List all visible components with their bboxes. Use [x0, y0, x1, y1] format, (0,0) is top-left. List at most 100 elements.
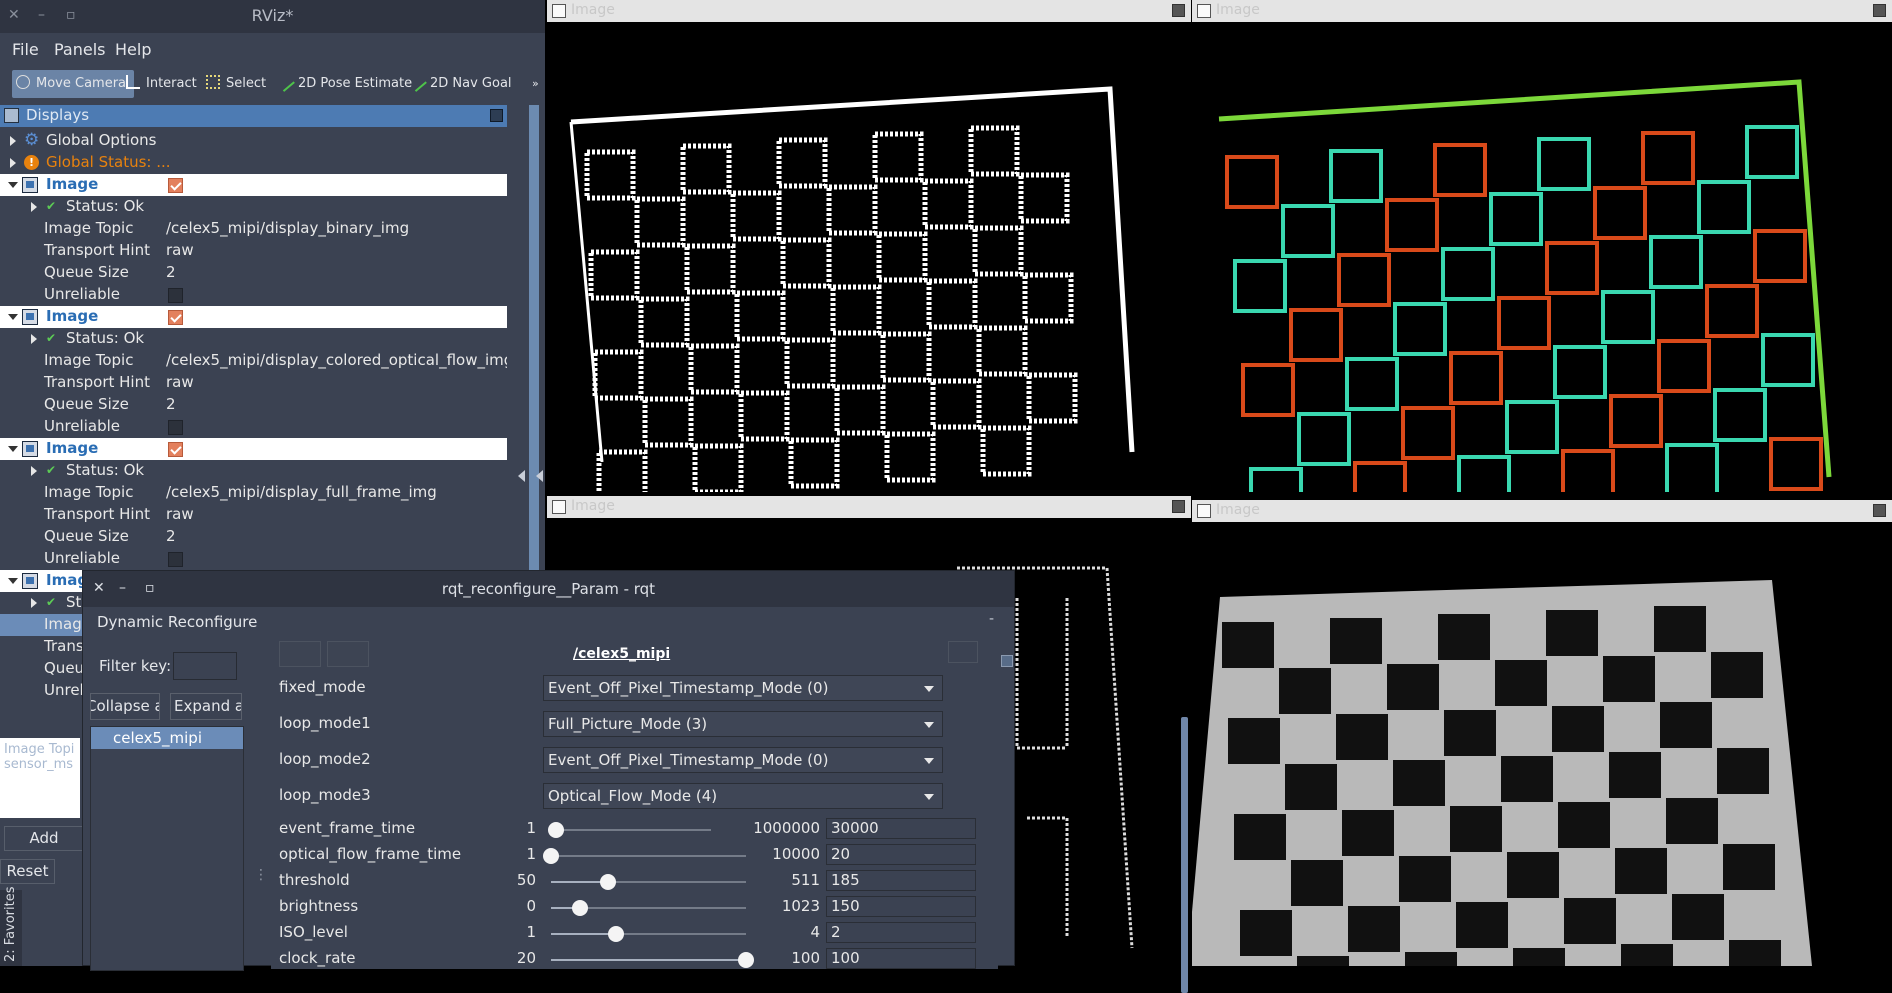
menu-bar: File Panels Help [0, 36, 545, 62]
tree-row-status[interactable]: ✔ Status: Ok [0, 196, 507, 218]
image-enabled-checkbox[interactable] [168, 310, 183, 325]
tree-row-global-status[interactable]: ! Global Status: ... [0, 152, 507, 174]
slider-handle-optical-flow-frame-time[interactable] [543, 848, 559, 864]
param-dropdown-loop-mode2[interactable]: Event_Off_Pixel_Timestamp_Mode (0) [543, 747, 943, 773]
add-display-button[interactable]: Add [4, 826, 84, 851]
tree-row-unreliable[interactable]: Unreliable [0, 416, 507, 438]
unreliable-checkbox[interactable] [168, 288, 183, 303]
tree-row-image-topic[interactable]: Image Topic /celex5_mipi/display_binary_… [0, 218, 507, 240]
panel-close-icon[interactable] [1172, 500, 1185, 513]
tree-row-image-2[interactable]: Image [0, 306, 507, 328]
expand-arrow-icon[interactable] [10, 136, 16, 146]
collapse-arrow-icon[interactable] [8, 578, 18, 584]
transport-hint-value[interactable]: raw [166, 241, 194, 259]
param-value-iso-level[interactable]: 2 [826, 922, 976, 943]
tree-row-image-3[interactable]: Image [0, 438, 507, 460]
slider-handle-threshold[interactable] [600, 874, 616, 890]
image-topic-value[interactable]: /celex5_mipi/display_binary_img [166, 219, 409, 237]
toolbar-overflow-icon[interactable]: » [532, 70, 539, 98]
tree-row-image-topic[interactable]: Image Topic /celex5_mipi/display_colored… [0, 350, 507, 372]
tree-row-queue-size[interactable]: Queue Size 2 [0, 526, 507, 548]
tree-row-status[interactable]: ✔ Status: Ok [0, 460, 507, 482]
reset-button[interactable]: Reset [0, 859, 55, 884]
tree-row-image-1[interactable]: Image [0, 174, 507, 196]
slider-handle-event-frame-time[interactable] [548, 822, 564, 838]
tree-row-transport-hint[interactable]: Transport Hint raw [0, 372, 507, 394]
transport-hint-value[interactable]: raw [166, 373, 194, 391]
panel-titlebar[interactable]: Image [1192, 0, 1892, 22]
favorites-tab[interactable]: 2: Favorites [0, 890, 22, 966]
slider-handle-brightness[interactable] [572, 900, 588, 916]
collapse-arrow-icon[interactable] [8, 446, 18, 452]
rviz-titlebar[interactable]: ✕ – ▫ RViz* [0, 0, 545, 33]
tool-select[interactable]: Select [206, 70, 266, 98]
close-icon[interactable] [1001, 655, 1013, 667]
tree-row-unreliable[interactable]: Unreliable [0, 548, 507, 570]
transport-hint-value[interactable]: raw [166, 505, 194, 523]
close-node-button[interactable] [948, 641, 978, 663]
node-item-celex5-mipi[interactable]: celex5_mipi [91, 727, 243, 749]
panel-close-icon[interactable] [1873, 504, 1886, 517]
tree-row-global-options[interactable]: ⚙ Global Options [0, 130, 507, 152]
displays-scrollbar[interactable] [529, 105, 539, 575]
tool-move-camera[interactable]: Move Camera [12, 70, 134, 98]
slider-track-optical-flow-frame-time[interactable] [551, 855, 746, 857]
tree-row-transport-hint[interactable]: Transport Hint raw [0, 504, 507, 526]
tree-row-queue-size[interactable]: Queue Size 2 [0, 262, 507, 284]
panel-close-icon[interactable] [1873, 4, 1886, 17]
queue-size-value[interactable]: 2 [166, 263, 176, 281]
tool-interact[interactable]: Interact [126, 70, 197, 98]
queue-size-value[interactable]: 2 [166, 527, 176, 545]
slider-handle-iso-level[interactable] [608, 926, 624, 942]
panel-titlebar[interactable]: Image [547, 496, 1191, 518]
tool-2d-nav-goal[interactable]: 2D Nav Goal [410, 70, 512, 98]
tree-row-queue-size[interactable]: Queue Size 2 [0, 394, 507, 416]
tool-2d-pose-estimate[interactable]: 2D Pose Estimate [278, 70, 412, 98]
panel-titlebar[interactable]: Image [547, 0, 1191, 22]
unreliable-checkbox[interactable] [168, 552, 183, 567]
expand-arrow-icon[interactable] [31, 466, 37, 476]
queue-size-value[interactable]: 2 [166, 395, 176, 413]
param-dropdown-loop-mode3[interactable]: Optical_Flow_Mode (4) [543, 783, 943, 809]
menu-panels[interactable]: Panels [54, 40, 106, 59]
flow-square [1451, 353, 1501, 403]
tree-row-transport-hint[interactable]: Transport Hint raw [0, 240, 507, 262]
panel-close-icon[interactable] [490, 109, 503, 122]
minimize-icon[interactable]: - [989, 611, 994, 627]
load-icon[interactable] [327, 641, 369, 667]
expand-all-button[interactable]: Expand all [170, 693, 242, 720]
collapse-arrow-icon[interactable] [8, 314, 18, 320]
image-enabled-checkbox[interactable] [168, 442, 183, 457]
slider-track-event-frame-time[interactable] [551, 829, 711, 831]
expand-arrow-icon[interactable] [31, 202, 37, 212]
collapse-all-button[interactable]: Collapse all [90, 693, 160, 720]
image-topic-value[interactable]: /celex5_mipi/display_colored_optical_flo… [166, 351, 507, 369]
expand-arrow-icon[interactable] [10, 158, 16, 168]
param-value-optical-flow-frame-time[interactable]: 20 [826, 844, 976, 865]
param-value-threshold[interactable]: 185 [826, 870, 976, 891]
tree-row-status[interactable]: ✔ Status: Ok [0, 328, 507, 350]
image-topic-value[interactable]: /celex5_mipi/display_full_frame_img [166, 483, 437, 501]
collapse-arrow-icon[interactable] [8, 182, 18, 188]
parameter-scrollbar[interactable] [1181, 717, 1188, 993]
tree-row-image-topic[interactable]: Image Topic /celex5_mipi/display_full_fr… [0, 482, 507, 504]
splitter-handle-icon[interactable]: ⋮ [254, 867, 268, 883]
filter-key-input[interactable] [173, 652, 237, 680]
param-dropdown-fixed-mode[interactable]: Event_Off_Pixel_Timestamp_Mode (0) [543, 675, 943, 701]
panel-titlebar[interactable]: Image [1192, 500, 1892, 522]
image-enabled-checkbox[interactable] [168, 178, 183, 193]
collapse-panel-arrow-icon[interactable] [518, 470, 525, 482]
collapse-panel-arrow-icon[interactable] [536, 470, 543, 482]
unreliable-checkbox[interactable] [168, 420, 183, 435]
expand-arrow-icon[interactable] [31, 334, 37, 344]
tree-row-unreliable[interactable]: Unreliable [0, 284, 507, 306]
expand-arrow-icon[interactable] [31, 598, 37, 608]
rqt-titlebar[interactable]: ✕ – ▫ rqt_reconfigure__Param - rqt [83, 571, 1014, 607]
param-dropdown-loop-mode1[interactable]: Full_Picture_Mode (3) [543, 711, 943, 737]
param-value-brightness[interactable]: 150 [826, 896, 976, 917]
save-icon[interactable] [279, 641, 321, 667]
param-value-event-frame-time[interactable]: 30000 [826, 818, 976, 839]
menu-help[interactable]: Help [115, 40, 151, 59]
menu-file[interactable]: File [12, 40, 39, 59]
panel-close-icon[interactable] [1172, 4, 1185, 17]
